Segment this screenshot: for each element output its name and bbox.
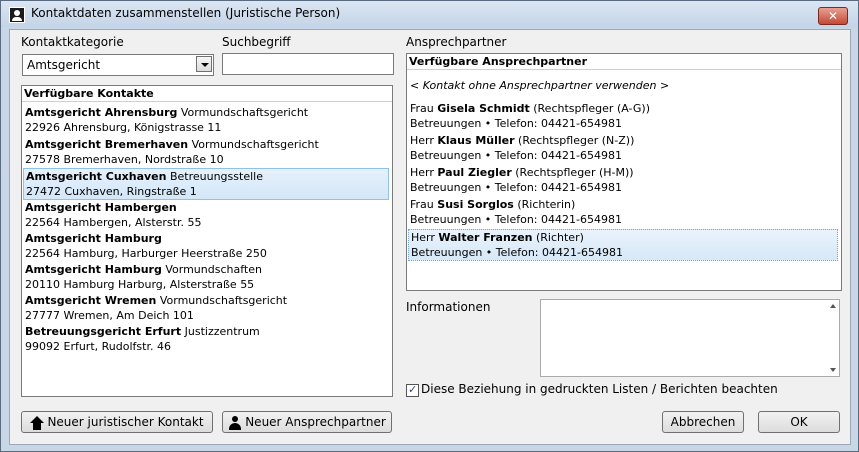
information-textarea[interactable] [540,299,840,377]
contact-name: Amtsgericht Cuxhaven [26,170,167,183]
contact-item[interactable]: Amtsgericht Hamburg 22564 Hamburg, Harbu… [23,231,389,263]
person-role: (Rechtspfleger (N-Z)) [518,134,635,147]
search-label: Suchbegriff [222,35,291,49]
new-person-button[interactable]: Neuer Ansprechpartner [222,411,392,433]
contact-person-icon [9,7,25,23]
contact-detail: Betreuungsstelle [169,170,263,183]
contact-address: 20110 Hamburg Harburg, Alsterstraße 55 [25,278,255,291]
contact-name: Betreuungsgericht Erfurt [25,325,182,338]
contact-name: Amtsgericht Wremen [25,294,157,307]
person-salutation: Herr [410,166,434,179]
scroll-up-icon[interactable] [830,304,836,308]
person-item[interactable]: Herr Klaus Müller (Rechtspfleger (N-Z)) … [408,133,838,165]
cancel-button[interactable]: Abbrechen [662,411,744,433]
category-value: Amtsgericht [27,58,101,72]
contacts-list[interactable]: Verfügbare Kontakte Amtsgericht Ahrensbu… [21,85,393,397]
close-button[interactable]: ✕ [818,7,848,25]
person-salutation: Herr [410,134,434,147]
contact-detail: Vormundschaften [165,263,262,276]
scroll-down-icon[interactable] [830,368,836,372]
person-name: Gisela Schmidt [437,102,530,115]
dialog-window: Kontaktdaten zusammenstellen (Juristisch… [0,0,859,452]
contact-item-selected[interactable]: Amtsgericht Cuxhaven Betreuungsstelle 27… [23,168,389,200]
person-salutation: Frau [410,102,434,115]
contact-detail: Justizzentrum [184,325,260,338]
person-info: Betreuungen • Telefon: 04421-654981 [410,149,622,162]
person-info: Betreuungen • Telefon: 04421-654981 [410,117,622,130]
person-item[interactable]: Frau Susi Sorglos (Richterin) Betreuunge… [408,197,838,229]
contact-address: 27777 Wremen, Am Deich 101 [25,309,194,322]
person-item-selected[interactable]: Herr Walter Franzen (Richter) Betreuunge… [408,229,838,261]
person-role: (Rechtspfleger (A-G)) [533,102,651,115]
person-info: Betreuungen • Telefon: 04421-654981 [410,181,622,194]
person-salutation: Herr [411,231,435,244]
persons-list-header: Verfügbare Ansprechpartner [407,54,841,70]
new-legal-contact-label: Neuer juristischer Kontakt [47,415,204,429]
category-label: Kontaktkategorie [21,35,124,49]
person-role: (Richterin) [517,198,576,211]
person-icon [228,415,242,430]
print-checkbox-label: Diese Beziehung in gedruckten Listen / B… [421,382,778,396]
contact-item[interactable]: Amtsgericht Hamburg Vormundschaften 2011… [23,262,389,294]
contact-item[interactable]: Amtsgericht Wremen Vormundschaftsgericht… [23,293,389,325]
persons-label: Ansprechpartner [406,35,507,49]
person-salutation: Frau [410,198,434,211]
contact-address: 27472 Cuxhaven, Ringstraße 1 [26,185,197,198]
contact-item[interactable]: Amtsgericht Bremerhaven Vormundschaftsge… [23,137,389,169]
no-contact-person-item[interactable]: < Kontakt ohne Ansprechpartner verwenden… [408,78,838,94]
person-item[interactable]: Frau Gisela Schmidt (Rechtspfleger (A-G)… [408,101,838,133]
contact-name: Amtsgericht Bremerhaven [25,138,189,151]
new-person-label: Neuer Ansprechpartner [245,415,386,429]
contact-name: Amtsgericht Hamburg [25,232,162,245]
contact-address: 22926 Ahrensburg, Königstrasse 11 [25,121,222,134]
contact-detail: Vormundschaftsgericht [159,294,288,307]
contact-detail: Vormundschaftsgericht [180,106,309,119]
contact-item[interactable]: Amtsgericht Ahrensburg Vormundschaftsger… [23,105,389,137]
window-title: Kontaktdaten zusammenstellen (Juristisch… [31,6,341,20]
contact-name: Amtsgericht Hambergen [25,201,177,214]
person-name: Walter Franzen [438,231,533,244]
person-info: Betreuungen • Telefon: 04421-654981 [411,246,623,259]
contact-item[interactable]: Betreuungsgericht Erfurt Justizzentrum 9… [23,324,389,356]
new-legal-contact-button[interactable]: Neuer juristischer Kontakt [21,411,213,433]
contact-name: Amtsgericht Ahrensburg [25,106,178,119]
contact-address: 27578 Bremerhaven, Nordstraße 10 [25,153,224,166]
contact-address: 99092 Erfurt, Rudolfstr. 46 [25,340,171,353]
person-info: Betreuungen • Telefon: 04421-654981 [410,213,622,226]
person-role: (Rechtspfleger (H-M)) [515,166,634,179]
print-checkbox[interactable] [406,383,419,397]
persons-list[interactable]: Verfügbare Ansprechpartner < Kontakt ohn… [406,53,842,291]
contact-address: 22564 Hamburg, Harburger Heerstraße 250 [25,247,267,260]
chevron-down-icon[interactable] [196,56,212,72]
person-name: Paul Ziegler [437,166,512,179]
contacts-list-header: Verfügbare Kontakte [22,86,392,102]
person-name: Klaus Müller [437,134,515,147]
contact-name: Amtsgericht Hamburg [25,263,162,276]
house-icon [30,415,45,430]
category-select[interactable]: Amtsgericht [22,54,214,76]
person-name: Susi Sorglos [437,198,514,211]
search-input[interactable] [222,53,394,75]
ok-button[interactable]: OK [758,411,840,433]
information-label: Informationen [406,300,491,314]
contact-address: 22564 Hambergen, Alsterstr. 55 [25,216,202,229]
title-bar[interactable]: Kontaktdaten zusammenstellen (Juristisch… [1,1,858,27]
contact-detail: Vormundschaftsgericht [191,138,319,151]
person-role: (Richter) [535,231,584,244]
contact-item[interactable]: Amtsgericht Hambergen 22564 Hambergen, A… [23,200,389,232]
dialog-body: Kontaktkategorie Amtsgericht Suchbegriff… [9,29,851,445]
person-item[interactable]: Herr Paul Ziegler (Rechtspfleger (H-M)) … [408,165,838,197]
